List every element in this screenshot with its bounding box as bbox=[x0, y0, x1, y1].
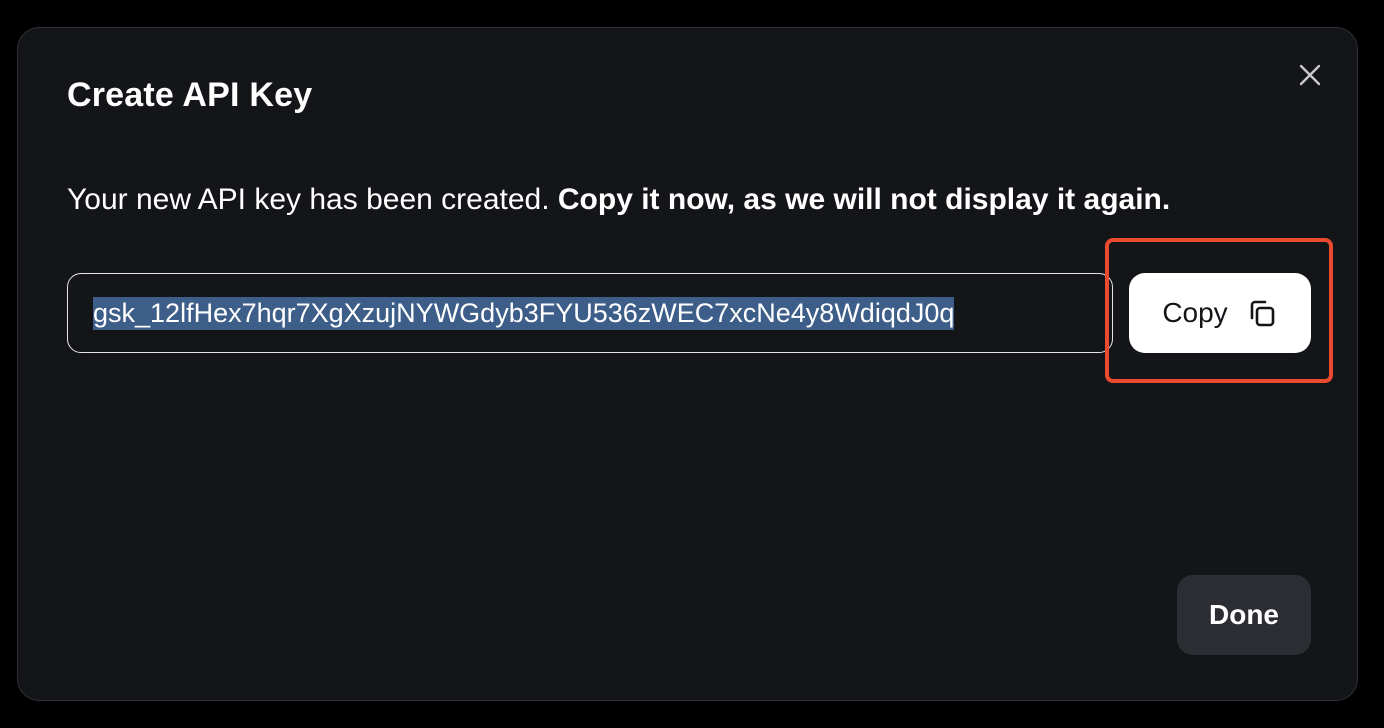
close-icon bbox=[1299, 64, 1321, 86]
description-text: Your new API key has been created. bbox=[67, 183, 558, 216]
create-api-key-dialog: Create API Key Your new API key has been… bbox=[17, 27, 1358, 701]
dialog-description: Your new API key has been created. Copy … bbox=[67, 183, 1170, 217]
copy-icon bbox=[1246, 297, 1278, 329]
copy-button[interactable]: Copy bbox=[1129, 273, 1311, 353]
api-key-field[interactable]: gsk_12lfHex7hqr7XgXzujNYWGdyb3FYU536zWEC… bbox=[67, 273, 1113, 353]
close-button[interactable] bbox=[1295, 60, 1325, 90]
done-button[interactable]: Done bbox=[1177, 575, 1311, 655]
description-warning: Copy it now, as we will not display it a… bbox=[557, 183, 1171, 216]
copy-button-label: Copy bbox=[1162, 297, 1228, 328]
dialog-title: Create API Key bbox=[67, 76, 313, 114]
api-key-value[interactable]: gsk_12lfHex7hqr7XgXzujNYWGdyb3FYU536zWEC… bbox=[93, 296, 955, 330]
